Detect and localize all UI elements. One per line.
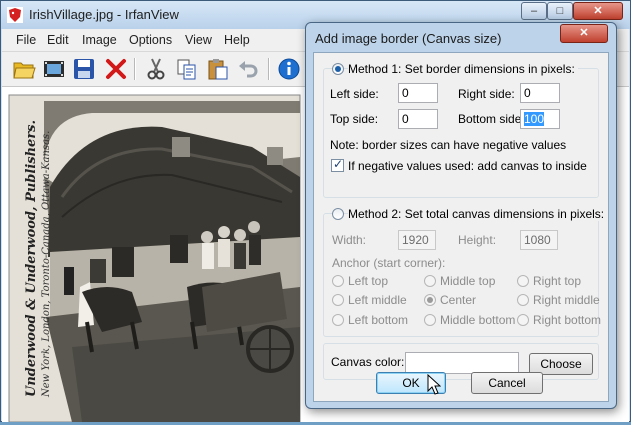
delete-icon[interactable] (104, 57, 128, 81)
menu-image[interactable]: Image (82, 33, 117, 47)
add-canvas-inside-label[interactable]: If negative values used: add canvas to i… (348, 159, 587, 173)
top-side-label: Top side: (330, 112, 379, 126)
height-label: Height: (458, 233, 497, 247)
minimize-button[interactable]: – (521, 2, 547, 20)
save-icon[interactable] (72, 57, 96, 81)
height-input[interactable]: 1080 (520, 230, 558, 250)
menu-edit[interactable]: Edit (47, 33, 69, 47)
anchor-right-bottom-radio[interactable] (517, 314, 529, 326)
paste-icon[interactable] (206, 57, 230, 81)
cancel-button[interactable]: Cancel (471, 372, 543, 394)
anchor-middle-top-label[interactable]: Middle top (440, 274, 495, 288)
menu-file[interactable]: File (16, 33, 36, 47)
width-label: Width: (332, 233, 367, 247)
irfanview-app-icon (7, 7, 23, 23)
add-canvas-inside-checkbox[interactable] (331, 157, 344, 172)
toolbar-separator (134, 58, 136, 80)
undo-icon[interactable] (236, 57, 260, 81)
anchor-middle-top-radio[interactable] (424, 275, 436, 287)
menu-options[interactable]: Options (129, 33, 172, 47)
open-folder-icon[interactable] (12, 57, 36, 81)
canvas-color-label: Canvas color: (331, 355, 405, 369)
canvas-color-swatch[interactable] (405, 352, 519, 374)
anchor-left-bottom-radio[interactable] (332, 314, 344, 326)
left-side-label: Left side: (330, 87, 379, 101)
copy-icon[interactable] (175, 57, 199, 81)
anchor-left-middle-radio[interactable] (332, 294, 344, 306)
svg-text:New York, London, Toronto-Ca: New York, London, Toronto-Canada, Ottawa… (41, 131, 52, 398)
bottom-side-input[interactable]: 100 (520, 109, 560, 129)
menu-help[interactable]: Help (224, 33, 250, 47)
right-side-input[interactable]: 0 (520, 83, 560, 103)
anchor-left-top-label[interactable]: Left top (348, 274, 388, 288)
right-side-label: Right side: (458, 87, 515, 101)
cut-icon[interactable] (144, 57, 168, 81)
method2-radio[interactable] (332, 208, 344, 220)
method1-radio[interactable] (332, 63, 344, 75)
anchor-middle-bottom-radio[interactable] (424, 314, 436, 326)
anchor-left-bottom-label[interactable]: Left bottom (348, 313, 408, 327)
negative-values-note: Note: border sizes can have negative val… (330, 138, 567, 152)
method2-label[interactable]: Method 2: Set total canvas dimensions in… (348, 207, 608, 221)
anchor-middle-bottom-label[interactable]: Middle bottom (440, 313, 515, 327)
anchor-right-top-radio[interactable] (517, 275, 529, 287)
method1-label[interactable]: Method 1: Set border dimensions in pixel… (348, 62, 578, 76)
window-title: IrishVillage.jpg - IrfanView (29, 7, 179, 22)
maximize-button[interactable]: □ (547, 2, 573, 20)
anchor-center-label[interactable]: Center (440, 293, 476, 307)
dialog-title: Add image border (Canvas size) (315, 31, 502, 46)
left-side-input[interactable]: 0 (398, 83, 438, 103)
svg-text:Underwood & Underwood, Publish: Underwood & Underwood, Publishers. (24, 120, 39, 397)
bottom-side-label: Bottom side: (458, 112, 525, 126)
top-side-input[interactable]: 0 (398, 109, 438, 129)
mouse-pointer-icon (427, 374, 441, 395)
anchor-center-radio[interactable] (424, 294, 436, 306)
add-border-dialog: Add image border (Canvas size) ✕ Method … (305, 22, 617, 409)
anchor-right-top-label[interactable]: Right top (533, 274, 581, 288)
info-icon[interactable] (277, 57, 301, 81)
close-button[interactable]: ✕ (573, 2, 623, 20)
dialog-close-button[interactable]: ✕ (560, 24, 608, 43)
width-input[interactable]: 1920 (398, 230, 436, 250)
anchor-right-middle-label[interactable]: Right middle (533, 293, 600, 307)
toolbar-separator (268, 58, 270, 80)
photo-caption: Underwood & Underwood, Publishers. New Y… (24, 120, 52, 398)
slideshow-icon[interactable] (42, 57, 66, 81)
menu-view[interactable]: View (185, 33, 212, 47)
anchor-right-middle-radio[interactable] (517, 294, 529, 306)
anchor-right-bottom-label[interactable]: Right bottom (533, 313, 601, 327)
anchor-left-top-radio[interactable] (332, 275, 344, 287)
dialog-body: Method 1: Set border dimensions in pixel… (313, 52, 609, 402)
anchor-label: Anchor (start corner): (332, 256, 446, 270)
anchor-left-middle-label[interactable]: Left middle (348, 293, 407, 307)
